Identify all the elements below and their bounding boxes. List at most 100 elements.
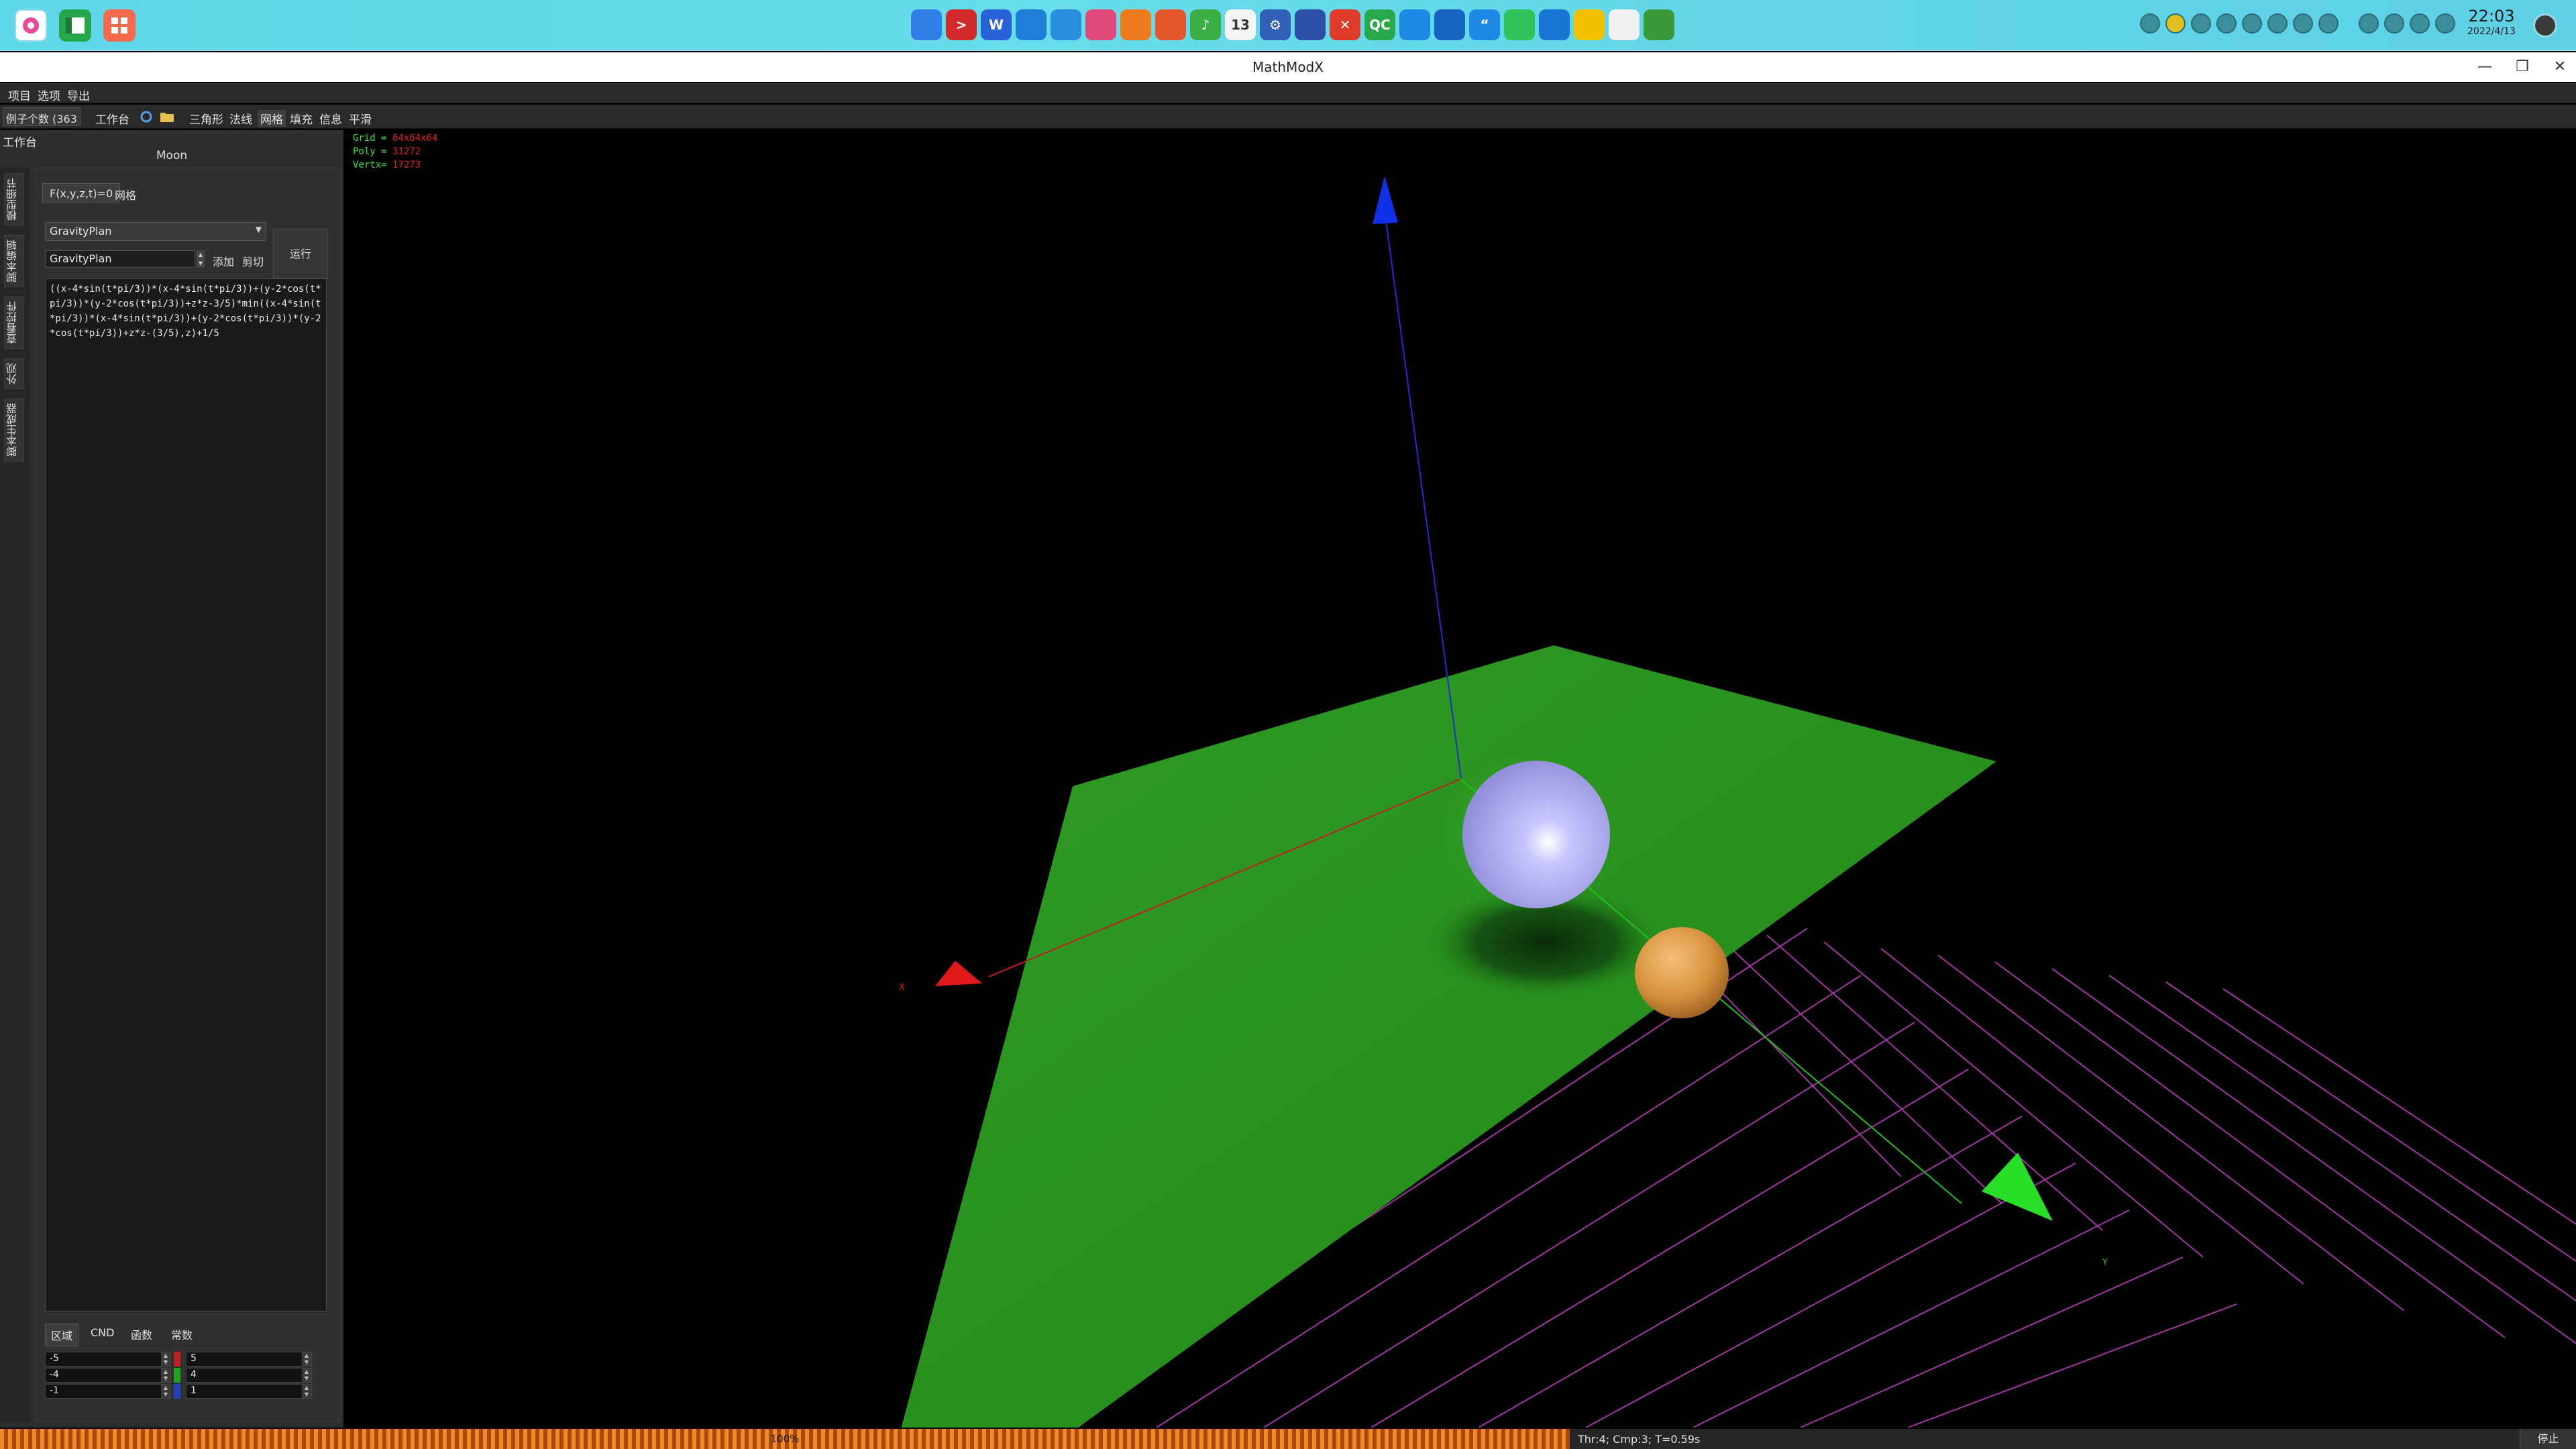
pet-icon[interactable] xyxy=(1609,9,1640,40)
z-axis-arrow xyxy=(1373,176,1398,224)
window-title: MathModX xyxy=(1252,59,1324,75)
app-store-icon[interactable] xyxy=(1120,9,1151,40)
script-name-field[interactable]: GravityPlan xyxy=(45,250,195,268)
tray-display-icon[interactable] xyxy=(2410,13,2430,34)
qc-icon[interactable]: QC xyxy=(1364,9,1395,40)
tray-app-icon[interactable] xyxy=(2165,13,2186,34)
menu-export[interactable]: 导出 xyxy=(67,87,90,103)
launcher-icon[interactable] xyxy=(103,9,136,42)
vtab-appearance[interactable]: 外观 xyxy=(4,358,24,389)
photo-icon[interactable] xyxy=(1155,9,1186,40)
files-icon[interactable] xyxy=(1399,9,1430,40)
tray-expand-icon[interactable] xyxy=(2318,13,2339,34)
tab-constants[interactable]: 常数 xyxy=(166,1324,198,1345)
menu-project[interactable]: 项目 xyxy=(8,87,31,103)
z-min-value: -1 xyxy=(50,1385,59,1396)
refresh-icon[interactable] xyxy=(140,110,154,123)
smooth-button[interactable]: 平滑 xyxy=(349,110,372,127)
tab-grid[interactable]: 网格 xyxy=(108,183,143,203)
xmind-icon[interactable]: ✕ xyxy=(1330,9,1360,40)
open-folder-icon[interactable] xyxy=(160,110,174,123)
tab-domain[interactable]: 区域 xyxy=(45,1324,79,1346)
clock[interactable]: 22:03 2022/4/13 xyxy=(2458,7,2525,38)
store-icon[interactable] xyxy=(911,9,942,40)
mesh-button[interactable]: 网格 xyxy=(258,110,286,127)
formula-editor[interactable]: ((x-4*sin(t*pi/3))*(x-4*sin(t*pi/3))+(y-… xyxy=(45,278,327,1311)
x-max-field[interactable]: 5 ▲ ▼ xyxy=(186,1352,312,1366)
tray-network-icon[interactable] xyxy=(2293,13,2313,34)
tray-wechat-icon[interactable] xyxy=(2140,13,2160,34)
minimize-button[interactable]: — xyxy=(2465,55,2505,79)
menu-options[interactable]: 选项 xyxy=(38,87,60,103)
tray-assistant-icon[interactable] xyxy=(2359,13,2379,34)
spin-arrows-icon[interactable]: ▲ ▼ xyxy=(161,1385,170,1398)
music-icon[interactable]: ♪ xyxy=(1190,9,1221,40)
calendar-icon[interactable]: 13 xyxy=(1225,9,1256,40)
scene: X Y xyxy=(899,176,2576,1428)
vtab-script-editor[interactable]: 脚本编辑 xyxy=(4,235,24,287)
video-icon[interactable] xyxy=(1085,9,1116,40)
x-min-field[interactable]: -5 ▲ ▼ xyxy=(45,1352,171,1366)
x-axis-label: X xyxy=(899,983,905,993)
vtab-view-controls[interactable]: 查看控件 xyxy=(4,297,24,349)
spin-arrows-icon[interactable]: ▲ ▼ xyxy=(161,1352,170,1366)
spreadsheet-icon[interactable] xyxy=(59,9,91,42)
cut-button[interactable]: 剪切 xyxy=(242,253,264,269)
3d-viewport[interactable]: Grid = 64x64x64 Poly = 31272 Vertx= 1727… xyxy=(345,130,2576,1428)
tray-power-icon[interactable] xyxy=(2435,13,2455,34)
info-button[interactable]: 信息 xyxy=(319,110,342,127)
tree-icon[interactable] xyxy=(1644,9,1674,40)
chevron-down-icon: ▼ xyxy=(255,225,262,234)
y-axis-label: Y xyxy=(2102,1258,2108,1268)
spin-arrows-icon[interactable]: ▲ ▼ xyxy=(302,1352,311,1366)
notes-icon[interactable]: “ xyxy=(1469,9,1500,40)
y-max-field[interactable]: 4 ▲ ▼ xyxy=(186,1368,312,1383)
example-count-select[interactable]: 例子个数 (363 xyxy=(3,107,80,126)
stop-button[interactable]: 停止 xyxy=(2520,1429,2576,1449)
tab-cnd[interactable]: CND xyxy=(85,1324,119,1342)
tray-search-icon[interactable] xyxy=(2384,13,2404,34)
tray-clipboard-icon[interactable] xyxy=(2216,13,2237,34)
spin-arrows-icon[interactable]: ▲ ▼ xyxy=(302,1368,311,1382)
title-bar: MathModX — ❐ ✕ xyxy=(0,52,2576,82)
tray-record-icon[interactable] xyxy=(2191,13,2211,34)
add-button[interactable]: 添加 xyxy=(213,253,234,269)
wps-icon[interactable]: W xyxy=(981,9,1012,40)
edge-icon[interactable] xyxy=(1016,9,1046,40)
close-button[interactable]: ✕ xyxy=(2540,55,2576,79)
run-button[interactable]: 运行 xyxy=(273,229,328,278)
settings-icon[interactable]: ⚙ xyxy=(1260,9,1291,40)
vtab-script-generator[interactable]: 脚本生成器 xyxy=(4,398,24,462)
tab-functions[interactable]: 函数 xyxy=(125,1324,158,1345)
z-max-field[interactable]: 1 ▲ ▼ xyxy=(186,1384,312,1399)
script-select-value: GravityPlan xyxy=(50,225,112,237)
y-min-field[interactable]: -4 ▲ ▼ xyxy=(45,1368,171,1383)
name-stepper[interactable]: ▲ ▼ xyxy=(197,250,205,268)
vertical-tabs: 模型细节 脚本编辑 查看控件 外观 脚本生成器 xyxy=(0,168,30,1422)
wechat-icon[interactable] xyxy=(1504,9,1535,40)
fill-button[interactable]: 填充 xyxy=(290,110,313,127)
normals-button[interactable]: 法线 xyxy=(229,110,252,127)
z-min-field[interactable]: -1 ▲ ▼ xyxy=(45,1384,171,1399)
tray-bluetooth-icon[interactable] xyxy=(2242,13,2262,34)
notification-icon[interactable] xyxy=(2533,13,2557,38)
control-center-icon[interactable] xyxy=(15,9,47,42)
browser-icon[interactable] xyxy=(1051,9,1081,40)
app-icon[interactable] xyxy=(1295,9,1326,40)
vtab-model-details[interactable]: 模型细节 xyxy=(4,173,24,225)
mail-icon[interactable] xyxy=(1539,9,1570,40)
terminal-icon[interactable]: > xyxy=(946,9,977,40)
restore-button[interactable]: ❐ xyxy=(2502,55,2542,79)
taskbar-left xyxy=(15,9,136,42)
workbench-button[interactable]: 工作台 xyxy=(95,110,129,127)
y-min-value: -4 xyxy=(50,1369,59,1380)
cloud-icon[interactable] xyxy=(1434,9,1465,40)
tray-volume-icon[interactable] xyxy=(2267,13,2288,34)
spin-arrows-icon[interactable]: ▲ ▼ xyxy=(161,1368,170,1382)
script-select[interactable]: GravityPlan ▼ xyxy=(45,222,266,241)
spin-arrows-icon[interactable]: ▲ ▼ xyxy=(302,1385,311,1398)
menu-bar: 项目 选项 导出 xyxy=(0,83,2576,103)
triangle-button[interactable]: 三角形 xyxy=(189,110,223,127)
pika-icon[interactable] xyxy=(1574,9,1605,40)
status-text: Thr:4; Cmp:3; T=0.59s xyxy=(1578,1433,1701,1446)
